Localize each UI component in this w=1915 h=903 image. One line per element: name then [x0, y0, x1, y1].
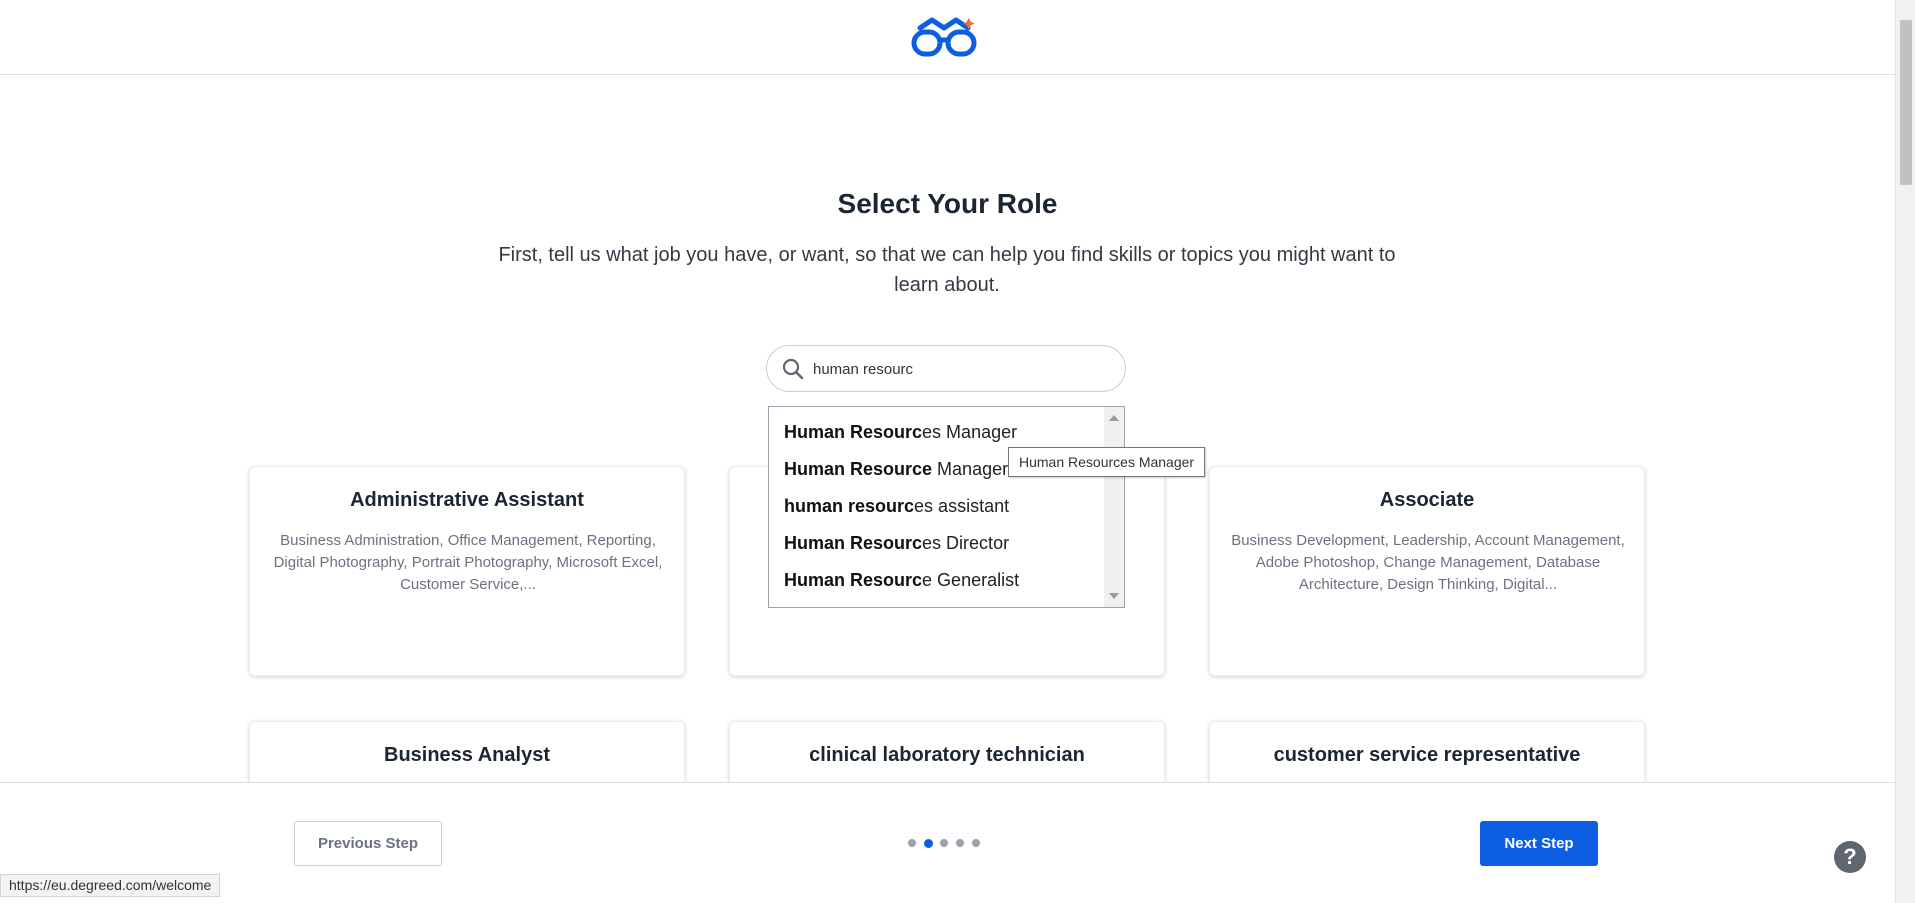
step-dot: [972, 839, 980, 847]
autocomplete-option-rest: Manager: [932, 459, 1009, 479]
autocomplete-option-rest: es assistant: [914, 496, 1010, 516]
autocomplete-option[interactable]: human resources assistant: [784, 496, 1009, 517]
autocomplete-option-rest: e Generalist: [922, 570, 1020, 590]
role-card-associate[interactable]: Associate Business Development, Leadersh…: [1209, 466, 1645, 676]
previous-step-button[interactable]: Previous Step: [294, 821, 442, 866]
step-dot: [940, 839, 948, 847]
step-dot: [956, 839, 964, 847]
scroll-up-arrow-icon[interactable]: [1109, 415, 1119, 421]
page-title: Select Your Role: [837, 188, 1058, 219]
page: Select Your Role First, tell us what job…: [0, 0, 1915, 903]
role-card-administrative-assistant[interactable]: Administrative Assistant Business Admini…: [249, 466, 685, 676]
role-card-title: clinical laboratory technician: [809, 744, 1085, 766]
role-card-title: Administrative Assistant: [350, 489, 584, 511]
role-card-title: customer service representative: [1273, 744, 1581, 766]
role-search-input[interactable]: [813, 354, 1113, 384]
option-tooltip: Human Resources Manager: [1008, 447, 1206, 477]
scroll-down-arrow-icon[interactable]: [1109, 593, 1119, 599]
page-subtitle: First, tell us what job you have, or wan…: [498, 244, 1396, 296]
autocomplete-option[interactable]: Human Resources Manager: [784, 422, 1017, 443]
degreed-glasses-logo-icon[interactable]: [910, 14, 980, 60]
autocomplete-option[interactable]: Human Resource Manager: [784, 459, 1008, 480]
role-search-box[interactable]: [766, 345, 1126, 392]
footer-bar: Previous Step Next Step ?: [0, 782, 1895, 903]
role-card-skills: Business Administration, Office Manageme…: [273, 532, 663, 593]
autocomplete-option-rest: es Director: [922, 533, 1010, 553]
autocomplete-option-match: Human Resource: [784, 459, 933, 479]
step-dot-active: [924, 838, 933, 848]
autocomplete-dropdown: Human Resources Manager Human Resource M…: [768, 406, 1125, 608]
next-step-button[interactable]: Next Step: [1480, 821, 1598, 866]
autocomplete-option-match: human resourc: [784, 496, 915, 516]
autocomplete-option[interactable]: Human Resource Generalist: [784, 570, 1019, 591]
step-dot: [908, 839, 916, 847]
role-card-title: Associate: [1379, 489, 1475, 511]
top-bar: [0, 0, 1895, 75]
role-card-title: Business Analyst: [384, 744, 550, 766]
autocomplete-option-rest: es Manager: [922, 422, 1018, 442]
browser-status-url: https://eu.degreed.com/welcome: [0, 874, 221, 897]
role-card-skills: Business Development, Leadership, Accoun…: [1231, 532, 1625, 593]
autocomplete-option-match: Human Resourc: [784, 533, 923, 553]
autocomplete-option-match: Human Resourc: [784, 422, 923, 442]
dropdown-scrollbar[interactable]: [1104, 407, 1124, 607]
autocomplete-option-match: Human Resourc: [784, 570, 923, 590]
help-icon[interactable]: ?: [1834, 841, 1866, 873]
page-scrollbar[interactable]: [1895, 0, 1915, 903]
search-icon: [782, 358, 804, 380]
scrollbar-thumb[interactable]: [1900, 20, 1912, 185]
autocomplete-option[interactable]: Human Resources Director: [784, 533, 1009, 554]
